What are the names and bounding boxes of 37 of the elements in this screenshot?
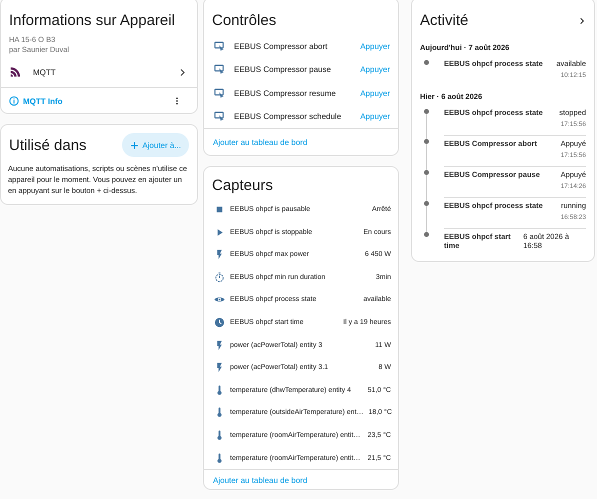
- timer-icon: [214, 272, 225, 283]
- integration-row[interactable]: MQTT: [1, 57, 197, 87]
- card-title: Capteurs: [211, 176, 274, 196]
- timeline-dot: [424, 170, 429, 175]
- more-menu-icon[interactable]: [173, 96, 181, 106]
- monitor-cursor-icon: [214, 111, 225, 122]
- wifi-signal-icon: [9, 65, 23, 79]
- chevron-right-icon: [178, 68, 187, 76]
- card-title: Activité: [420, 12, 468, 29]
- add-to-dashboard-link[interactable]: Ajouter au tableau de bord: [204, 129, 398, 156]
- timeline-dot: [424, 109, 429, 114]
- clock-icon: [214, 316, 225, 328]
- info-link[interactable]: MQTT Info: [23, 96, 169, 106]
- info-icon: [9, 96, 19, 106]
- monitor-cursor-icon: [214, 64, 225, 76]
- monitor-cursor-icon: [214, 88, 225, 99]
- integration-name: MQTT: [33, 68, 57, 76]
- control-name: EEBUS Compressor pause: [234, 65, 332, 74]
- timeline-dot: [424, 60, 429, 65]
- card-title: Informations sur Appareil: [8, 11, 176, 31]
- monitor-cursor-icon: [214, 41, 225, 52]
- control-name: EEBUS Compressor abort: [234, 42, 328, 52]
- card-title: Utilisé dans: [9, 136, 87, 154]
- add-button[interactable]: Ajouter à...: [122, 133, 189, 157]
- add-to-dashboard-link[interactable]: Ajouter au tableau de bord: [204, 470, 398, 490]
- timeline-dot: [424, 201, 429, 206]
- press-button[interactable]: Appuyer: [360, 65, 390, 74]
- control-name: EEBUS Compressor schedule: [234, 112, 342, 122]
- press-button[interactable]: Appuyer: [360, 42, 390, 52]
- chevron-right-icon[interactable]: [578, 16, 586, 24]
- card-title: Contrôles: [211, 11, 278, 31]
- timeline-dot: [424, 139, 429, 144]
- press-button[interactable]: Appuyer: [360, 112, 390, 122]
- press-button[interactable]: Appuyer: [360, 88, 390, 98]
- timeline-dot: [424, 232, 429, 237]
- plus-icon: [130, 140, 140, 150]
- control-name: EEBUS Compressor resume: [234, 88, 337, 98]
